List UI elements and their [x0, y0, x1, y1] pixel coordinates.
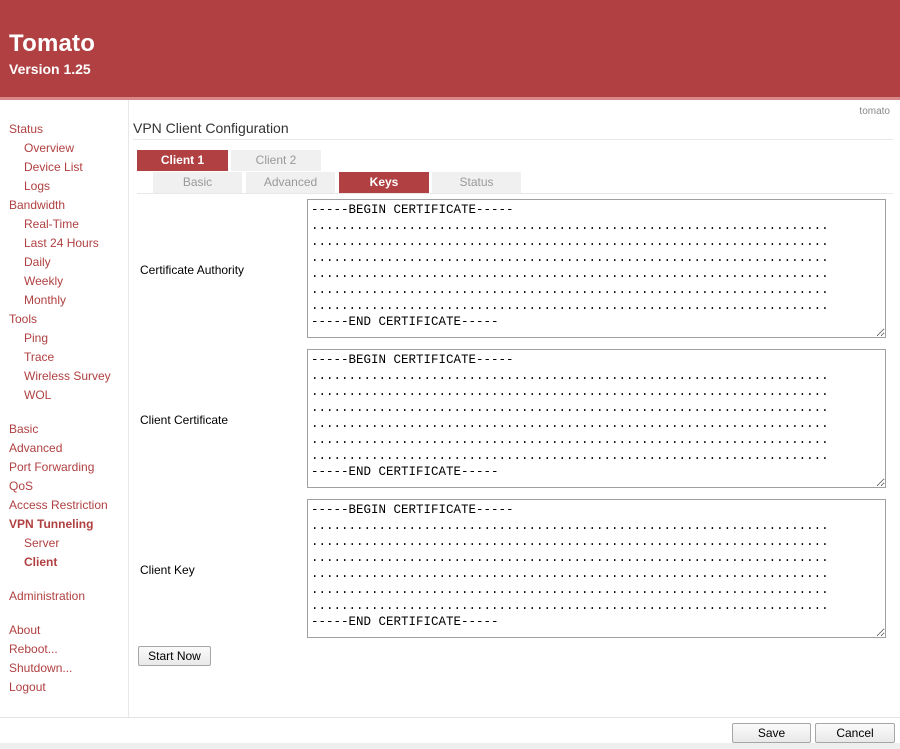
sidebar-item-tools[interactable]: Tools	[9, 312, 37, 326]
sidebar-item-logs[interactable]: Logs	[24, 179, 50, 193]
tab-advanced[interactable]: Advanced	[246, 172, 335, 193]
client-certificate-label: Client Certificate	[140, 413, 229, 427]
sidebar-item-daily[interactable]: Daily	[24, 255, 51, 269]
sidebar-item-about[interactable]: About	[9, 623, 40, 637]
sidebar-nav: Status Overview Device List Logs Bandwid…	[0, 100, 129, 717]
sidebar-item-status[interactable]: Status	[9, 122, 43, 136]
cancel-button[interactable]: Cancel	[815, 723, 895, 743]
tab-status[interactable]: Status	[432, 172, 521, 193]
sidebar-item-qos[interactable]: QoS	[9, 479, 33, 493]
sidebar-item-weekly[interactable]: Weekly	[24, 274, 63, 288]
sidebar-item-bandwidth[interactable]: Bandwidth	[9, 198, 65, 212]
sidebar-item-basic[interactable]: Basic	[9, 422, 38, 436]
sidebar-item-logout[interactable]: Logout	[9, 680, 46, 694]
footer-divider	[0, 717, 900, 718]
client-key-label: Client Key	[140, 563, 195, 577]
sidebar-item-port-forwarding[interactable]: Port Forwarding	[9, 460, 94, 474]
app-title: Tomato	[9, 30, 96, 57]
tabs-divider	[137, 193, 893, 194]
user-label: tomato	[859, 106, 890, 117]
certificate-authority-label: Certificate Authority	[140, 263, 245, 277]
sidebar-item-access-restriction[interactable]: Access Restriction	[9, 498, 108, 512]
sidebar-item-shutdown[interactable]: Shutdown...	[9, 661, 72, 675]
sidebar-item-monthly[interactable]: Monthly	[24, 293, 66, 307]
sidebar-item-device-list[interactable]: Device List	[24, 160, 83, 174]
tab-client-1[interactable]: Client 1	[137, 150, 228, 171]
sidebar-item-advanced[interactable]: Advanced	[9, 441, 62, 455]
client-key-textarea[interactable]: -----BEGIN CERTIFICATE----- ............…	[307, 499, 886, 638]
sidebar-item-trace[interactable]: Trace	[24, 350, 54, 364]
app-version: Version 1.25	[9, 61, 91, 77]
header-banner: Tomato Version 1.25	[0, 0, 900, 100]
client-certificate-textarea[interactable]: -----BEGIN CERTIFICATE----- ............…	[307, 349, 886, 488]
sidebar-item-vpn-client[interactable]: Client	[24, 555, 57, 569]
sidebar-item-reboot[interactable]: Reboot...	[9, 642, 58, 656]
tab-client-2[interactable]: Client 2	[231, 150, 321, 171]
start-now-button[interactable]: Start Now	[138, 646, 211, 666]
tab-keys[interactable]: Keys	[339, 172, 429, 193]
title-divider	[133, 139, 893, 140]
certificate-authority-textarea[interactable]: -----BEGIN CERTIFICATE----- ............…	[307, 199, 886, 338]
sidebar-item-ping[interactable]: Ping	[24, 331, 48, 345]
sidebar-item-vpn-tunneling[interactable]: VPN Tunneling	[9, 517, 93, 531]
sidebar-item-real-time[interactable]: Real-Time	[24, 217, 79, 231]
tab-basic[interactable]: Basic	[153, 172, 242, 193]
sidebar-item-wol[interactable]: WOL	[24, 388, 51, 402]
sidebar-item-vpn-server[interactable]: Server	[24, 536, 59, 550]
sidebar-item-last-24-hours[interactable]: Last 24 Hours	[24, 236, 99, 250]
footer-bar	[0, 743, 900, 749]
save-button[interactable]: Save	[732, 723, 811, 743]
sidebar-item-overview[interactable]: Overview	[24, 141, 74, 155]
page-title: VPN Client Configuration	[133, 120, 289, 136]
sidebar-item-administration[interactable]: Administration	[9, 589, 85, 603]
sidebar-item-wireless-survey[interactable]: Wireless Survey	[24, 369, 111, 383]
